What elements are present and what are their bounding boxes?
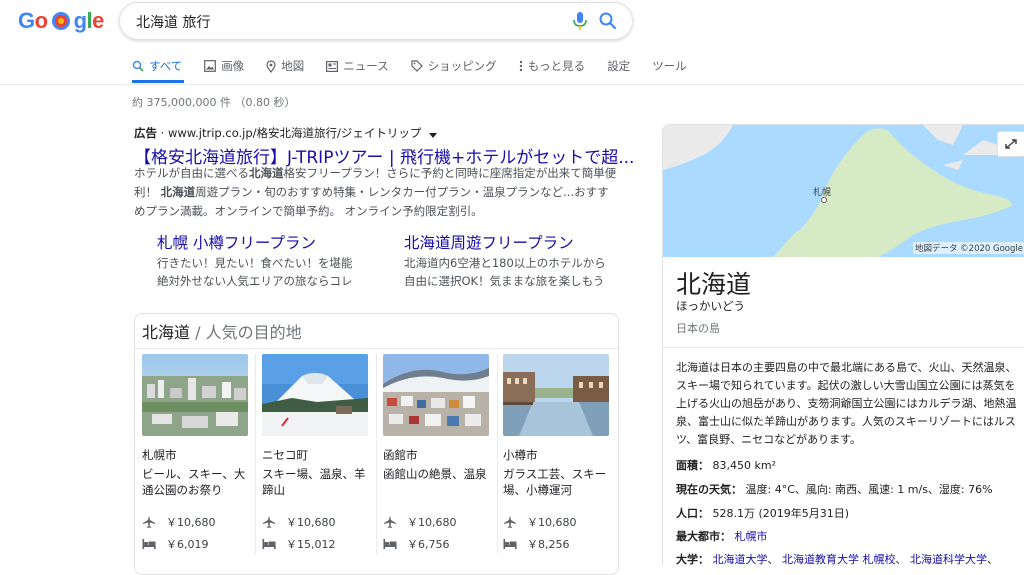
airplane-icon [263, 515, 275, 528]
tab-maps[interactable]: 地図 [266, 56, 304, 76]
fact-weather: 現在の天気： 温度: 4°C、風向: 南西、風速: 1 m/s、湿度: 76% [676, 483, 993, 496]
hotel-bed-icon [142, 539, 156, 549]
ad-url-line: 広告 · www.jtrip.co.jp/格安北海道旅行/ジェイトリップ [134, 125, 438, 141]
destinations-header[interactable]: 北海道 / 人気の目的地 [142, 319, 302, 343]
tag-icon [411, 60, 423, 72]
sitelink-title[interactable]: 北海道周遊フリープラン [404, 231, 606, 253]
sitelink-desc: 行きたい！見たい！食べたい！を堪能 [157, 256, 353, 270]
destination-desc: ビール、スキー、大通公園のお祭り [142, 467, 246, 497]
divider [497, 354, 498, 554]
sitelink-title[interactable]: 札幌 小樽フリープラン [157, 231, 353, 253]
tab-all[interactable]: すべて [132, 56, 182, 76]
destination-name: 小樽市 [503, 448, 538, 462]
fact-area: 面積： 83,450 km² [676, 459, 776, 472]
destination-desc: 函館山の絶景、温泉 [383, 467, 487, 481]
airplane-icon [143, 515, 155, 528]
tab-news[interactable]: ニュース [326, 56, 389, 76]
active-tab-indicator [132, 80, 184, 83]
google-logo[interactable]: Go gle [18, 8, 104, 34]
doodle-icon [48, 10, 74, 32]
sitelink-1: 札幌 小樽フリープラン 行きたい！見たい！食べたい！を堪能 絶対外せない人気エリ… [157, 231, 353, 290]
tab-shopping[interactable]: ショッピング [411, 56, 497, 76]
entity-reading: ほっかいどう [676, 299, 745, 313]
expand-map-button[interactable] [997, 131, 1024, 157]
search-icon [132, 60, 144, 72]
ad-url[interactable]: www.jtrip.co.jp/格安北海道旅行/ジェイトリップ [168, 126, 421, 140]
destination-niseko[interactable]: ニセコ町 スキー場、温泉、羊蹄山 ￥10,680 ￥15,012 [262, 354, 368, 553]
search-icon[interactable] [598, 11, 618, 31]
destination-name: 札幌市 [142, 448, 177, 462]
flight-price-row: ￥10,680 [262, 513, 368, 531]
mic-icon[interactable] [572, 11, 588, 31]
university-link[interactable]: 北海道教育大学 札幌校 [782, 553, 896, 565]
entity-type: 日本の島 [676, 322, 720, 335]
map-attribution: 地図データ ©2020 Google [912, 242, 1024, 254]
destination-image [262, 354, 368, 436]
flight-price-row: ￥10,680 [503, 513, 609, 531]
header-divider [0, 84, 1024, 85]
university-link[interactable]: 北海道大学 [713, 553, 768, 565]
knowledge-panel: 札幌 地図データ ©2020 Google 北海道 ほっかいどう 日本の島 北海… [662, 124, 1024, 565]
university-link[interactable]: 北海道科学大学 [910, 553, 987, 565]
search-input[interactable]: 北海道 旅行 [136, 12, 210, 32]
flight-price-row: ￥10,680 [142, 513, 248, 531]
destination-hakodate[interactable]: 函館市 函館山の絶景、温泉 ￥10,680 ￥6,756 [383, 354, 489, 553]
entity-description: 北海道は日本の主要四島の中で最北端にある島で、火山、天然温泉、スキー場で知られて… [676, 361, 1017, 446]
hotel-price-row: ￥8,256 [503, 535, 609, 553]
tab-images[interactable]: 画像 [204, 56, 244, 76]
news-icon [326, 60, 339, 72]
destinations-card: 北海道 / 人気の目的地 札幌市 ビール、スキー、大通公園のお祭り ￥10,68… [134, 313, 619, 575]
destination-desc: ガラス工芸、スキー場、小樽運河 [503, 467, 607, 497]
sitelink-desc: 北海道内6空港と180以上のホテルから [404, 256, 606, 270]
ad-label: 広告 [134, 126, 157, 140]
tab-settings[interactable]: 設定 [607, 56, 630, 76]
sitelink-desc: 自由に選択OK！気ままな旅を楽しもう [404, 274, 605, 288]
destination-image [503, 354, 609, 436]
hotel-bed-icon [503, 539, 517, 549]
sitelink-2: 北海道周遊フリープラン 北海道内6空港と180以上のホテルから 自由に選択OK！… [404, 231, 606, 290]
hotel-price-row: ￥6,019 [142, 535, 248, 553]
map[interactable]: 札幌 地図データ ©2020 Google [663, 125, 1024, 257]
fact-population: 人口： 528.1万 (2019年5月31日) [676, 507, 850, 520]
expand-icon [1005, 139, 1017, 149]
destination-name: ニセコ町 [262, 448, 308, 462]
divider [663, 347, 1024, 348]
entity-title: 北海道 [676, 270, 752, 299]
hotel-bed-icon [262, 539, 276, 549]
destination-sapporo[interactable]: 札幌市 ビール、スキー、大通公園のお祭り ￥10,680 ￥6,019 [142, 354, 248, 553]
airplane-icon [504, 515, 516, 528]
destination-otaru[interactable]: 小樽市 ガラス工芸、スキー場、小樽運河 ￥10,680 ￥8,256 [503, 354, 609, 553]
destination-image [383, 354, 489, 436]
map-pin-icon [266, 59, 276, 73]
tab-tools[interactable]: ツール [652, 56, 687, 76]
map-city-label: 札幌 [813, 188, 832, 198]
hotel-price-row: ￥6,756 [383, 535, 489, 553]
destination-image [142, 354, 248, 436]
fact-universities: 大学： 北海道大学、 北海道教育大学 札幌校、 北海道科学大学、 [676, 553, 998, 565]
search-box[interactable]: 北海道 旅行 [119, 2, 633, 40]
largest-city-link[interactable]: 札幌市 [735, 530, 768, 543]
divider [135, 348, 618, 349]
image-icon [204, 60, 217, 72]
destination-name: 函館市 [383, 448, 418, 462]
divider [255, 354, 256, 554]
hotel-price-row: ￥15,012 [262, 535, 368, 553]
caret-down-icon[interactable] [429, 127, 438, 141]
divider [376, 354, 377, 554]
search-tabs: すべて 画像 地図 ニュース ショッピング もっと見る 設定 ツール [132, 56, 709, 76]
tab-more[interactable]: もっと見る [519, 56, 585, 76]
ad-description: ホテルが自由に選べる北海道格安フリープラン！さらに予約と同時に座席指定が出来て簡… [134, 166, 617, 218]
more-vert-icon [519, 60, 522, 72]
sitelink-desc: 絶対外せない人気エリアの旅ならコレ [157, 274, 353, 288]
flight-price-row: ￥10,680 [383, 513, 489, 531]
airplane-icon [384, 515, 396, 528]
fact-largest-city: 最大都市： 札幌市 [676, 530, 768, 543]
destination-desc: スキー場、温泉、羊蹄山 [262, 467, 366, 497]
result-stats: 約 375,000,000 件 （0.80 秒） [132, 96, 296, 109]
hotel-bed-icon [383, 539, 397, 549]
